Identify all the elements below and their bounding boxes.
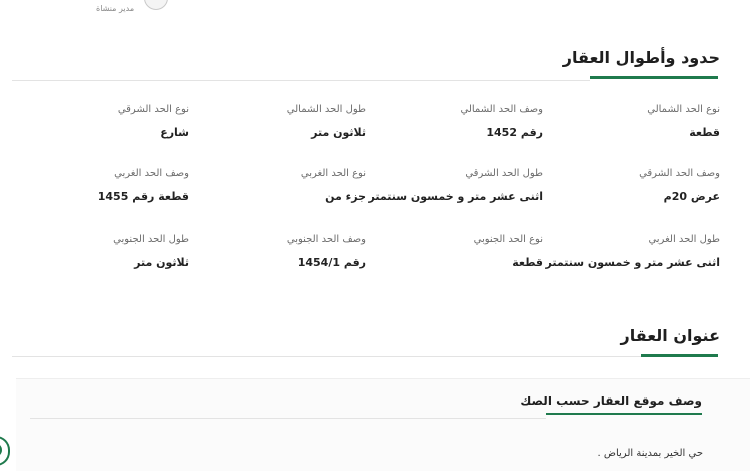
address-title-underline: [641, 354, 718, 357]
boundary-field-east-description: وصف الحد الشرقي عرض 20م: [545, 168, 720, 203]
boundaries-divider: [12, 80, 590, 81]
boundary-field-south-description: وصف الحد الجنوبي رقم 1454/1: [191, 234, 366, 269]
field-value: ثلاثون متر: [134, 256, 189, 269]
field-value: رقم 1454/1: [297, 256, 366, 269]
field-label: نوع الحد الشرقي: [117, 104, 189, 115]
field-label: وصف الحد الغربي: [114, 168, 189, 179]
address-divider: [12, 356, 641, 357]
field-value: قطعة: [689, 126, 720, 139]
field-label: طول الحد الشرقي: [465, 168, 543, 179]
field-label: وصف الحد الشرقي: [639, 168, 720, 179]
field-value: شارع: [160, 126, 189, 139]
boundary-field-west-description: وصف الحد الغربي قطعة رقم 1455: [14, 168, 189, 203]
field-value: قطعة رقم 1455: [97, 190, 189, 203]
side-help-button[interactable]: [0, 436, 10, 466]
field-label: وصف الحد الشمالي: [460, 104, 543, 115]
field-value: جزء من: [325, 190, 366, 203]
deed-location-underline: [546, 413, 702, 415]
field-label: طول الحد الشمالي: [286, 104, 366, 115]
field-value: رقم 1452: [486, 126, 543, 139]
field-value: ثلاثون متر: [311, 126, 366, 139]
field-label: نوع الحد الجنوبي: [473, 234, 543, 245]
user-role-label: مدير منشاة: [96, 4, 135, 13]
boundary-field-north-description: وصف الحد الشمالي رقم 1452: [368, 104, 543, 139]
boundary-field-north-type: نوع الحد الشمالي قطعة: [545, 104, 720, 139]
field-value: اثنى عشر متر و خمسون سنتمتر: [545, 256, 721, 269]
field-label: طول الحد الجنوبي: [113, 234, 189, 245]
field-label: نوع الحد الشمالي: [647, 104, 720, 115]
boundary-field-west-length: طول الحد الغربي اثنى عشر متر و خمسون سنت…: [545, 234, 721, 269]
field-value: قطعة: [512, 256, 543, 269]
top-bar: مدير منشاة: [0, 0, 750, 24]
field-value: عرض 20م: [663, 190, 720, 203]
field-label: طول الحد الغربي: [648, 234, 720, 245]
user-avatar[interactable]: [144, 0, 168, 10]
chat-icon: [0, 443, 2, 457]
boundary-field-east-length: طول الحد الشرقي اثنى عشر متر و خمسون سنت…: [368, 168, 544, 203]
deed-location-divider: [30, 418, 546, 419]
field-label: وصف الحد الجنوبي: [286, 234, 366, 245]
field-label: نوع الحد الغربي: [300, 168, 366, 179]
deed-location-title: وصف موقع العقار حسب الصك: [520, 394, 702, 408]
boundaries-section-title: حدود وأطوال العقار: [562, 48, 720, 67]
boundaries-title-underline: [590, 76, 718, 79]
field-value: اثنى عشر متر و خمسون سنتمتر: [368, 190, 544, 203]
boundary-field-east-type: نوع الحد الشرقي شارع: [14, 104, 189, 139]
address-section-title: عنوان العقار: [620, 326, 720, 345]
boundary-field-south-length: طول الحد الجنوبي ثلاثون متر: [14, 234, 189, 269]
boundary-field-west-type: نوع الحد الغربي جزء من: [191, 168, 366, 203]
boundary-field-north-length: طول الحد الشمالي ثلاثون متر: [191, 104, 366, 139]
boundary-field-south-type: نوع الحد الجنوبي قطعة: [368, 234, 543, 269]
deed-location-text: حي الخير بمدينة الرياض .: [597, 448, 703, 459]
